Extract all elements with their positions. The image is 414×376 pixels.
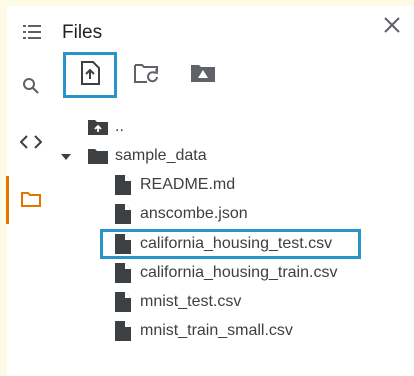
upload-icon bbox=[80, 60, 100, 90]
code-snippets-icon bbox=[19, 134, 43, 154]
code-snippets-button[interactable] bbox=[10, 127, 52, 161]
file-icon bbox=[112, 320, 134, 342]
refresh-folder-icon bbox=[133, 62, 161, 89]
file-row-selected[interactable]: california_housing_test.csv bbox=[112, 231, 332, 257]
parent-directory[interactable]: .. bbox=[87, 114, 124, 140]
table-of-contents-button[interactable] bbox=[12, 17, 54, 51]
active-tab-indicator bbox=[6, 176, 9, 224]
close-icon bbox=[383, 16, 401, 39]
search-icon bbox=[22, 77, 40, 100]
file-icon bbox=[112, 203, 134, 225]
table-of-contents-icon bbox=[23, 24, 43, 45]
file-label: README.md bbox=[140, 176, 236, 193]
mount-drive-button[interactable] bbox=[176, 52, 230, 98]
parent-directory-label: .. bbox=[115, 118, 124, 135]
file-label: mnist_train_small.csv bbox=[140, 322, 293, 339]
search-button[interactable] bbox=[10, 71, 52, 105]
file-label: mnist_test.csv bbox=[140, 293, 242, 310]
upload-button[interactable] bbox=[63, 52, 117, 98]
file-row[interactable]: california_housing_train.csv bbox=[112, 260, 337, 286]
folder-icon bbox=[87, 145, 109, 167]
expand-toggle[interactable] bbox=[59, 149, 73, 163]
file-icon bbox=[112, 233, 134, 255]
drive-mount-icon bbox=[190, 63, 216, 88]
file-row[interactable]: anscombe.json bbox=[112, 201, 248, 227]
refresh-button[interactable] bbox=[120, 52, 174, 98]
file-label: california_housing_train.csv bbox=[140, 264, 338, 281]
folder-sample-data[interactable]: sample_data bbox=[87, 143, 207, 169]
folder-up-icon bbox=[87, 116, 109, 138]
caret-down-icon bbox=[61, 147, 71, 165]
folder-label: sample_data bbox=[115, 147, 207, 164]
panel-title: Files bbox=[62, 22, 103, 43]
file-icon bbox=[112, 262, 134, 284]
file-icon bbox=[112, 291, 134, 313]
close-button[interactable] bbox=[378, 13, 406, 41]
files-icon bbox=[21, 191, 41, 212]
file-row[interactable]: mnist_train_small.csv bbox=[112, 318, 293, 344]
file-label: anscombe.json bbox=[140, 205, 248, 222]
file-label: california_housing_test.csv bbox=[140, 235, 333, 252]
file-row[interactable]: mnist_test.csv bbox=[112, 289, 241, 315]
files-button[interactable] bbox=[10, 184, 52, 218]
file-icon bbox=[112, 174, 134, 196]
file-row[interactable]: README.md bbox=[112, 172, 235, 198]
